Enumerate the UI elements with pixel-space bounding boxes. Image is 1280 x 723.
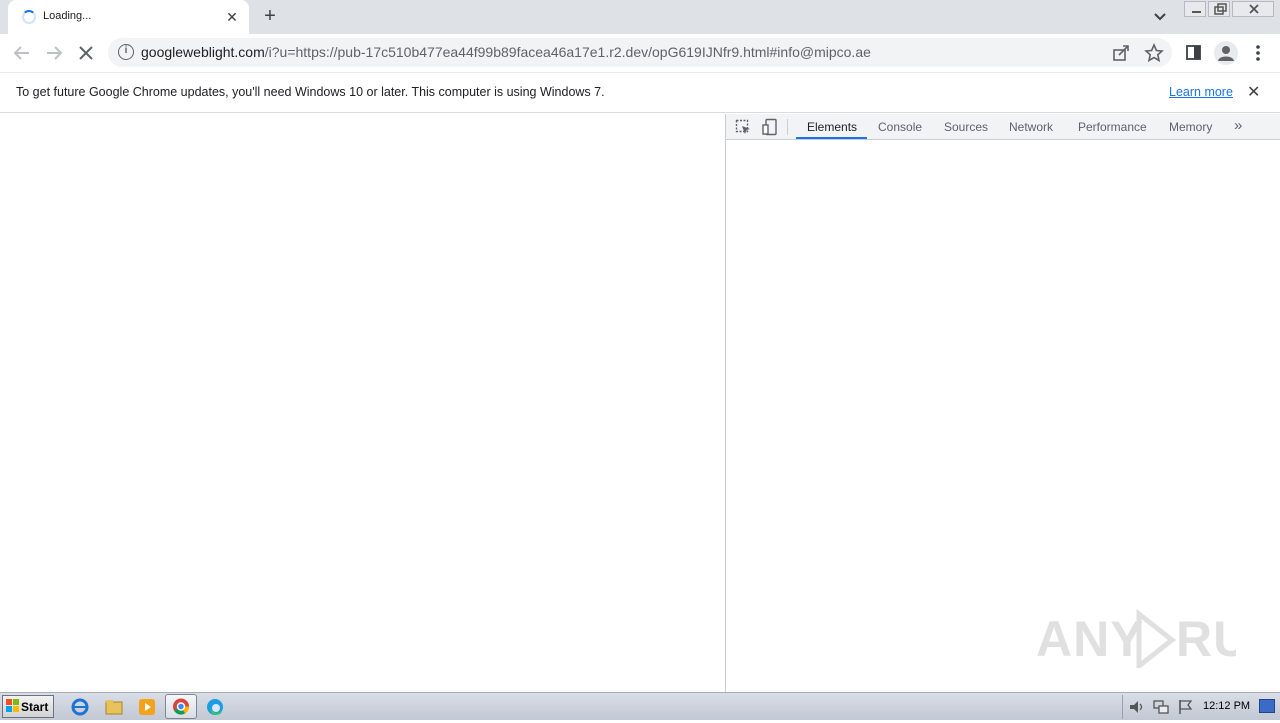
chrome-taskbar-icon[interactable] bbox=[165, 694, 197, 719]
tab-strip: Loading... ✕ + bbox=[0, 0, 1280, 34]
restore-window-button[interactable] bbox=[1208, 1, 1230, 17]
url-host: googleweblight.com bbox=[141, 44, 265, 60]
browser-tab[interactable]: Loading... ✕ bbox=[8, 0, 249, 34]
side-panel-icon[interactable] bbox=[1185, 44, 1203, 67]
file-explorer-icon[interactable] bbox=[103, 696, 125, 718]
tab-elements[interactable]: Elements bbox=[807, 120, 857, 134]
internet-explorer-icon[interactable] bbox=[69, 696, 91, 718]
site-info-icon[interactable]: i bbox=[118, 44, 134, 60]
minimize-window-button[interactable] bbox=[1184, 1, 1206, 17]
windows-taskbar: Start 12:12 PM bbox=[0, 692, 1280, 720]
tab-network[interactable]: Network bbox=[1009, 120, 1053, 134]
toolbar-divider bbox=[787, 119, 788, 135]
devtools-toolbar: Elements Console Sources Network Perform… bbox=[726, 114, 1280, 140]
edge-icon[interactable] bbox=[204, 696, 226, 718]
show-desktop-icon[interactable] bbox=[1259, 699, 1275, 713]
anyrun-logo: ANY RUN bbox=[1036, 608, 1280, 672]
tab-performance[interactable]: Performance bbox=[1078, 120, 1147, 134]
action-center-flag-icon[interactable] bbox=[1177, 698, 1195, 721]
tab-close-icon[interactable]: ✕ bbox=[222, 7, 242, 27]
svg-text:ANY: ANY bbox=[1036, 611, 1145, 667]
url-path: /i?u=https://pub-17c510b477ea44f99b89fac… bbox=[264, 44, 871, 60]
new-tab-button[interactable]: + bbox=[258, 6, 282, 28]
start-label: Start bbox=[21, 700, 49, 714]
infobar-message: To get future Google Chrome updates, you… bbox=[16, 85, 605, 99]
address-bar[interactable]: i googleweblight.com/i?u=https://pub-17c… bbox=[108, 38, 1172, 67]
chrome-menu-icon[interactable] bbox=[1250, 43, 1266, 68]
bookmark-star-icon[interactable] bbox=[1144, 42, 1164, 68]
taskbar-clock[interactable]: 12:12 PM bbox=[1203, 700, 1250, 712]
forward-arrow-icon[interactable] bbox=[43, 42, 65, 64]
network-icon[interactable] bbox=[1152, 698, 1170, 721]
tab-search-chevron-icon[interactable] bbox=[1150, 8, 1170, 26]
share-icon[interactable] bbox=[1112, 44, 1130, 67]
url-text[interactable]: googleweblight.com/i?u=https://pub-17c51… bbox=[141, 44, 871, 60]
anyrun-watermark: ANY RUN bbox=[1036, 604, 1280, 680]
inspect-element-icon[interactable] bbox=[735, 119, 751, 140]
start-button[interactable]: Start bbox=[2, 695, 54, 718]
windows-logo-icon bbox=[6, 699, 19, 712]
update-infobar: To get future Google Chrome updates, you… bbox=[0, 72, 1280, 113]
volume-icon[interactable] bbox=[1128, 698, 1146, 721]
tab-sources[interactable]: Sources bbox=[944, 120, 988, 134]
stop-loading-icon[interactable] bbox=[75, 42, 97, 64]
back-arrow-icon[interactable] bbox=[11, 42, 33, 64]
page-content[interactable] bbox=[0, 114, 725, 692]
learn-more-link[interactable]: Learn more bbox=[1169, 85, 1233, 99]
media-player-icon[interactable] bbox=[136, 696, 158, 718]
loading-spinner-icon bbox=[22, 10, 36, 24]
active-tab-indicator bbox=[796, 137, 867, 139]
tab-title: Loading... bbox=[43, 10, 92, 22]
tray-divider bbox=[1122, 695, 1123, 719]
more-tabs-icon[interactable]: » bbox=[1234, 117, 1242, 134]
infobar-close-icon[interactable]: ✕ bbox=[1247, 82, 1260, 102]
profile-avatar-icon[interactable] bbox=[1214, 41, 1238, 65]
close-window-button[interactable] bbox=[1232, 1, 1274, 17]
tab-memory[interactable]: Memory bbox=[1169, 120, 1212, 134]
tab-console[interactable]: Console bbox=[878, 120, 922, 134]
svg-text:RUN: RUN bbox=[1176, 611, 1236, 667]
device-toolbar-icon[interactable] bbox=[762, 118, 778, 141]
